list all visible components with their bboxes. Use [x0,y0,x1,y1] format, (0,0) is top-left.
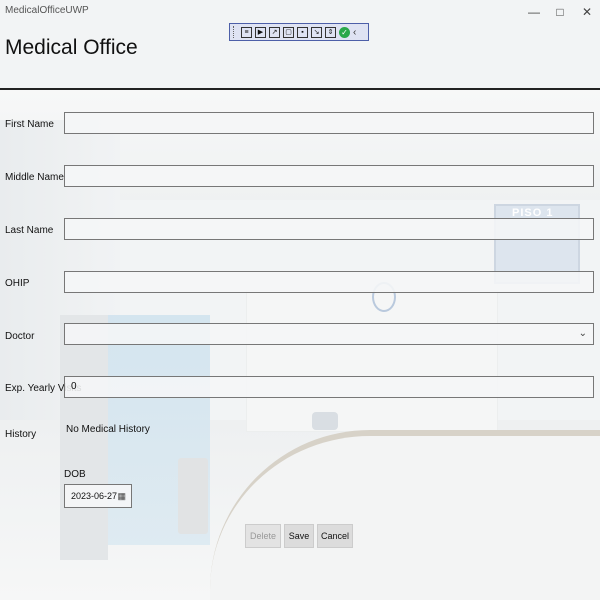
first-name-label: First Name [5,119,54,130]
delete-button[interactable]: Delete [245,524,281,548]
check-icon[interactable]: ✓ [339,26,350,38]
scaling-icon[interactable]: ⇕ [325,26,336,38]
select-element-icon[interactable]: ↗ [269,26,280,38]
toolbar-grip[interactable] [233,26,236,38]
chevron-left-icon[interactable]: ‹ [353,27,356,38]
doctor-select[interactable]: ⌄ [64,323,594,345]
calendar-icon: ▦ [117,491,126,501]
visits-field[interactable]: 0 [64,376,594,398]
history-label: History [5,429,37,440]
last-name-label: Last Name [5,225,54,236]
first-name-field[interactable] [64,112,594,134]
reception-wall [246,290,498,432]
history-value: No Medical History [66,424,150,435]
trash-bin [178,458,208,534]
dob-value: 2023-06-27 [71,491,118,501]
track-focus-icon[interactable]: ▪ [297,26,308,38]
dob-date-picker[interactable]: 2023-06-27 ▦ [64,484,132,508]
ohip-field[interactable] [64,271,594,293]
minimize-icon: — [528,5,540,19]
ohip-label: OHIP [5,278,30,289]
middle-name-label: Middle Name [5,172,64,183]
layout-adorner-icon[interactable]: ▢ [283,26,294,38]
visits-value: 0 [71,381,77,392]
cancel-button[interactable]: Cancel [317,524,353,548]
chevron-down-icon: ⌄ [578,328,587,339]
close-icon: ✕ [581,5,593,19]
last-name-field[interactable] [64,218,594,240]
page-title: Medical Office [5,36,138,59]
doctor-label: Doctor [5,331,35,342]
live-tree-icon[interactable]: ≡ [241,26,252,38]
video-icon[interactable]: ▶ [255,26,266,38]
chair [312,412,338,430]
debug-toolbar: ≡ ▶ ↗ ▢ ▪ ↘ ⇕ ✓ ‹ [229,23,369,41]
middle-name-field[interactable] [64,165,594,187]
maximize-button[interactable]: □ [546,3,574,21]
minimize-button[interactable]: — [520,3,548,21]
title-bar: MedicalOfficeUWP — □ ✕ [0,0,600,24]
app-title: MedicalOfficeUWP [5,5,89,16]
save-button[interactable]: Save [284,524,314,548]
display-layout-icon[interactable]: ↘ [311,26,322,38]
door-panel [60,315,108,560]
maximize-icon: □ [556,5,564,19]
title-divider [0,88,600,90]
dob-label: DOB [64,469,86,480]
background-photo: PISO 1 [0,0,600,600]
close-button[interactable]: ✕ [573,3,600,21]
